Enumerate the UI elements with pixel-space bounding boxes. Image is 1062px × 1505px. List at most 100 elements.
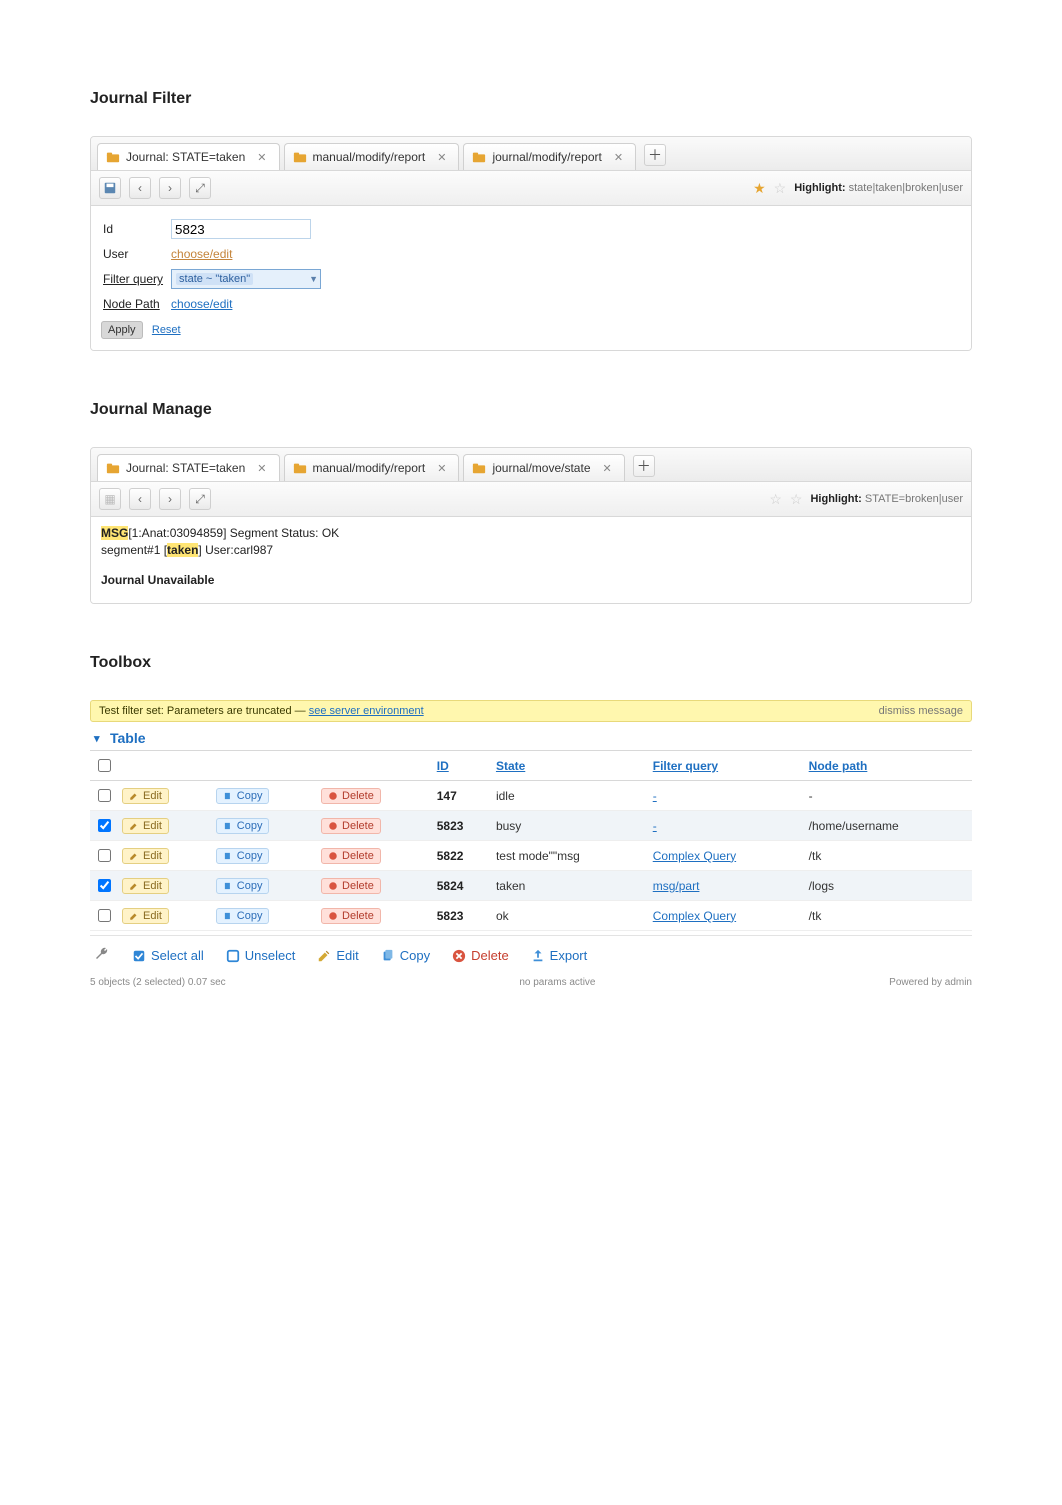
tool-next-icon[interactable]: › xyxy=(159,488,181,510)
cell-filter-query[interactable]: Complex Query xyxy=(653,849,736,863)
tool-expand-icon[interactable]: ⤢ xyxy=(189,488,211,510)
tool-prev-icon[interactable]: ‹ xyxy=(129,177,151,199)
action-edit[interactable]: Edit xyxy=(317,948,358,963)
row-delete-button[interactable]: Delete xyxy=(321,848,381,864)
tab-close-icon[interactable]: ✕ xyxy=(612,151,625,164)
id-input[interactable] xyxy=(171,219,311,239)
node-path-label: Node Path xyxy=(103,294,169,314)
cell-state: test mode""msg xyxy=(492,841,649,871)
tool-save-icon[interactable] xyxy=(99,177,121,199)
footer-mid: no params active xyxy=(519,977,595,988)
node-path-choose-link[interactable]: choose/edit xyxy=(171,297,232,311)
row-checkbox[interactable] xyxy=(98,789,111,802)
col-node-path[interactable]: Node path xyxy=(805,751,972,781)
cell-id: 5822 xyxy=(433,841,492,871)
dropdown-caret-icon: ▼ xyxy=(309,274,318,284)
row-edit-button[interactable]: Edit xyxy=(122,878,169,894)
cell-filter-query[interactable]: Complex Query xyxy=(653,909,736,923)
col-id[interactable]: ID xyxy=(433,751,492,781)
tree-root-label: Table xyxy=(110,730,146,746)
cell-filter-query[interactable]: msg/part xyxy=(653,879,700,893)
tab-close-icon[interactable]: ✕ xyxy=(601,462,614,475)
tab-icon xyxy=(293,150,307,164)
tab-icon xyxy=(472,150,486,164)
row-checkbox[interactable] xyxy=(98,909,111,922)
cell-filter-query[interactable]: - xyxy=(653,789,657,803)
apply-reset-row: Apply Reset xyxy=(101,322,961,336)
filter-panel: Journal: STATE=taken ✕ manual/modify/rep… xyxy=(90,136,972,351)
tab-journal-modify[interactable]: journal/modify/report ✕ xyxy=(463,143,636,170)
col-filter-query[interactable]: Filter query xyxy=(649,751,805,781)
tool-prev-icon[interactable]: ‹ xyxy=(129,488,151,510)
row-checkbox[interactable] xyxy=(98,879,111,892)
tree-root[interactable]: ▾ Table xyxy=(90,722,972,750)
tool-next-icon[interactable]: › xyxy=(159,177,181,199)
tab-label: Journal: STATE=taken xyxy=(126,150,245,164)
banner-dismiss[interactable]: dismiss message xyxy=(879,705,963,717)
row-delete-button[interactable]: Delete xyxy=(321,878,381,894)
tab-label: journal/move/state xyxy=(492,461,590,475)
row-copy-button[interactable]: Copy xyxy=(216,878,270,894)
tool-expand-icon[interactable]: ⤢ xyxy=(189,177,211,199)
toolbox-footer: 5 objects (2 selected) 0.07 sec no param… xyxy=(90,977,972,988)
user-label: User xyxy=(103,244,169,264)
star-outline-icon[interactable]: ☆ xyxy=(774,181,787,195)
tab-journal-state-2[interactable]: Journal: STATE=taken ✕ xyxy=(97,454,280,481)
msg-line-1: MSG[1:Anat:03094859] Segment Status: OK xyxy=(101,525,961,542)
reset-link[interactable]: Reset xyxy=(152,324,181,336)
tree-twisty-icon[interactable]: ▾ xyxy=(94,732,106,745)
table-row: EditCopyDelete5823busy-/home/username xyxy=(90,811,972,841)
col-checkbox[interactable] xyxy=(90,751,118,781)
tab-journal-move[interactable]: journal/move/state ✕ xyxy=(463,454,624,481)
tab-manual-modify-2[interactable]: manual/modify/report ✕ xyxy=(284,454,460,481)
tab-icon xyxy=(293,461,307,475)
tool-save-disabled-icon: ▦ xyxy=(99,488,121,510)
cell-node-path: /tk xyxy=(805,841,972,871)
star-outline-icon[interactable]: ☆ xyxy=(769,492,782,506)
row-copy-button[interactable]: Copy xyxy=(216,788,270,804)
cell-node-path: /tk xyxy=(805,901,972,931)
row-edit-button[interactable]: Edit xyxy=(122,848,169,864)
tab-close-icon[interactable]: ✕ xyxy=(435,462,448,475)
user-choose-link[interactable]: choose/edit xyxy=(171,247,232,261)
row-edit-button[interactable]: Edit xyxy=(122,818,169,834)
row-copy-button[interactable]: Copy xyxy=(216,818,270,834)
row-edit-button[interactable]: Edit xyxy=(122,908,169,924)
select-all-checkbox[interactable] xyxy=(98,759,111,772)
tab-label: manual/modify/report xyxy=(313,461,426,475)
action-export[interactable]: Export xyxy=(531,948,588,963)
row-copy-button[interactable]: Copy xyxy=(216,908,270,924)
cell-node-path: /logs xyxy=(805,871,972,901)
row-delete-button[interactable]: Delete xyxy=(321,908,381,924)
tab-icon xyxy=(472,461,486,475)
apply-button[interactable]: Apply xyxy=(101,321,143,339)
tab-add-button[interactable]: ＋ xyxy=(644,144,666,166)
tab-add-button[interactable]: ＋ xyxy=(633,455,655,477)
tab-close-icon[interactable]: ✕ xyxy=(435,151,448,164)
manage-panel: Journal: STATE=taken ✕ manual/modify/rep… xyxy=(90,447,972,604)
journal-unavailable: Journal Unavailable xyxy=(101,572,961,589)
row-edit-button[interactable]: Edit xyxy=(122,788,169,804)
row-delete-button[interactable]: Delete xyxy=(321,818,381,834)
filter-query-input[interactable]: state ~ "taken" ▼ xyxy=(171,269,321,289)
row-copy-button[interactable]: Copy xyxy=(216,848,270,864)
tab-close-icon[interactable]: ✕ xyxy=(255,462,268,475)
row-checkbox[interactable] xyxy=(98,819,111,832)
row-delete-button[interactable]: Delete xyxy=(321,788,381,804)
action-unselect[interactable]: Unselect xyxy=(226,948,296,963)
row-checkbox[interactable] xyxy=(98,849,111,862)
cell-node-path: /home/username xyxy=(805,811,972,841)
action-delete[interactable]: Delete xyxy=(452,948,509,963)
tab-manual-modify[interactable]: manual/modify/report ✕ xyxy=(284,143,460,170)
cell-filter-query[interactable]: - xyxy=(653,819,657,833)
banner-text: Test filter set: Parameters are truncate… xyxy=(99,705,292,717)
star-icon[interactable]: ★ xyxy=(753,181,766,195)
star-outline-icon[interactable]: ☆ xyxy=(790,492,803,506)
action-copy[interactable]: Copy xyxy=(381,948,430,963)
footer-right: Powered by admin xyxy=(889,977,972,988)
action-select-all[interactable]: Select all xyxy=(132,948,204,963)
tab-close-icon[interactable]: ✕ xyxy=(255,151,268,164)
banner-link[interactable]: see server environment xyxy=(309,705,424,717)
tab-journal-state[interactable]: Journal: STATE=taken ✕ xyxy=(97,143,280,170)
col-state[interactable]: State xyxy=(492,751,649,781)
